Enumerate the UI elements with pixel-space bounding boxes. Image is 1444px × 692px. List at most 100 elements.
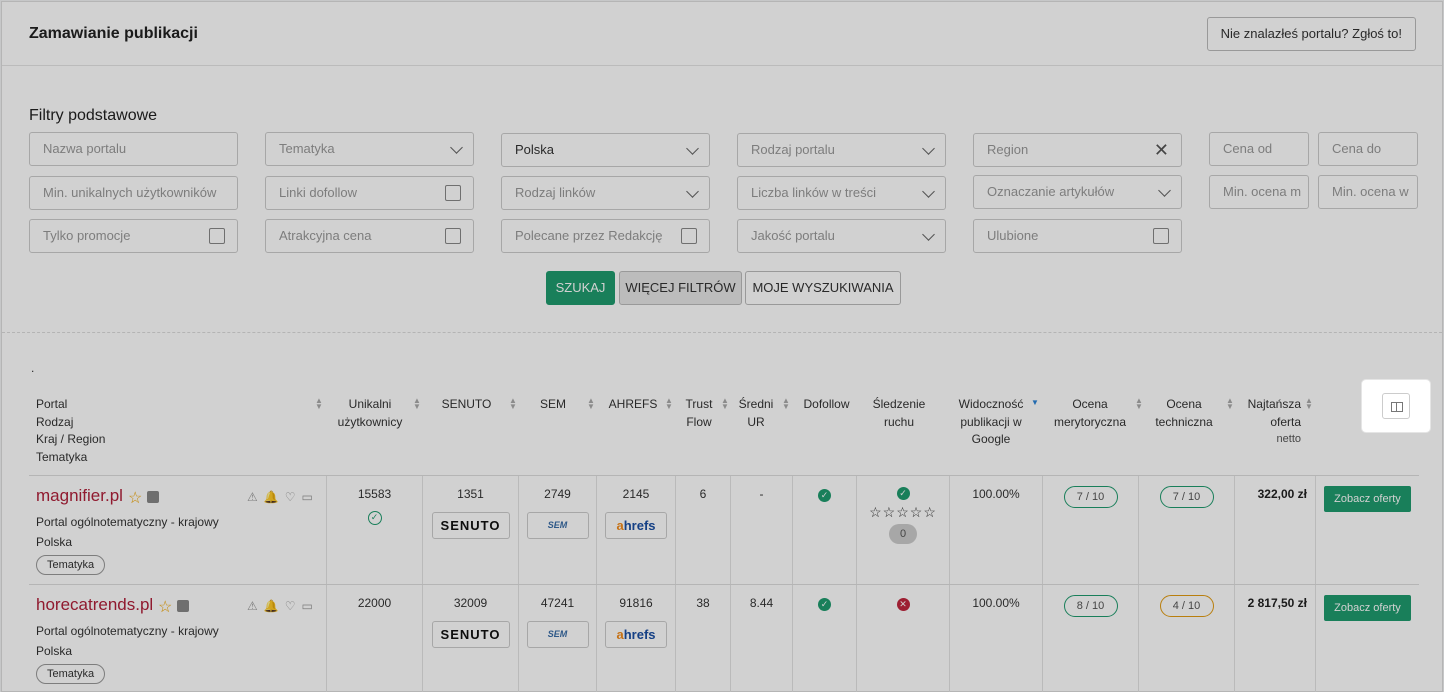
- see-offers-button[interactable]: Zobacz oferty: [1324, 595, 1411, 621]
- portal-link[interactable]: horecatrends.pl: [36, 595, 153, 615]
- see-offers-button[interactable]: Zobacz oferty: [1324, 486, 1411, 512]
- star-icon[interactable]: ☆: [158, 597, 172, 617]
- report-portal-button[interactable]: Nie znalazłeś portalu? Zgłoś to!: [1206, 17, 1416, 51]
- header-avg-ur[interactable]: Średni UR: [735, 396, 777, 431]
- checkbox[interactable]: [1153, 228, 1169, 244]
- star-icon[interactable]: ☆: [128, 488, 142, 508]
- header-trust-flow[interactable]: Trust Flow: [679, 396, 719, 431]
- price-cell: 322,00 zł: [1235, 476, 1316, 584]
- sort-icon[interactable]: ▲ ▼: [315, 397, 323, 411]
- checkbox[interactable]: [209, 228, 225, 244]
- portal-name-input[interactable]: Nazwa portalu: [29, 132, 238, 166]
- dofollow-links-label: Linki dofollow: [279, 185, 358, 200]
- more-filters-button[interactable]: WIĘCEJ FILTRÓW: [619, 271, 742, 305]
- min-rating-tech-input[interactable]: Min. ocena w: [1318, 175, 1418, 209]
- header-tracking[interactable]: Śledzenie ruchu: [867, 396, 931, 431]
- ahrefs-logo[interactable]: ahrefs: [605, 621, 667, 648]
- page: Zamawianie publikacji Nie znalazłeś port…: [1, 1, 1443, 692]
- portal-quality-select[interactable]: Jakość portalu: [737, 219, 946, 253]
- sort-icon[interactable]: ▲ ▼: [721, 397, 729, 411]
- promotions-only-label: Tylko promocje: [43, 228, 131, 243]
- header-sem[interactable]: SEM: [529, 396, 577, 414]
- article-marking-select[interactable]: Oznaczanie artykułów: [973, 175, 1182, 209]
- merit-rating-cell: 7 / 10: [1043, 476, 1139, 584]
- header-line: użytkownicy: [337, 414, 403, 429]
- sort-icon[interactable]: ▲ ▼: [782, 397, 790, 411]
- region-select[interactable]: Region ✕: [973, 133, 1182, 167]
- header-line: Średni: [738, 397, 774, 411]
- tech-rating-cell: 4 / 10: [1139, 585, 1235, 692]
- checkbox[interactable]: [445, 185, 461, 201]
- header-ahrefs[interactable]: AHREFS: [604, 396, 662, 414]
- sort-icon[interactable]: ▲ ▼: [665, 397, 673, 411]
- sort-icon[interactable]: ▲ ▼: [413, 397, 421, 411]
- favorites-label: Ulubione: [987, 228, 1039, 243]
- header-line: Flow: [686, 414, 712, 429]
- portal-type-select[interactable]: Rodzaj portalu: [737, 133, 946, 167]
- senuto-logo[interactable]: SENUTO: [431, 512, 510, 539]
- header-senuto[interactable]: SENUTO: [429, 396, 504, 414]
- header-line: Najtańsza: [1247, 397, 1301, 411]
- avg-ur-cell: 8.44: [731, 585, 793, 692]
- sort-icon[interactable]: ▲ ▼: [1135, 397, 1143, 411]
- trust-flow-cell: 6: [676, 476, 731, 584]
- price-from-input[interactable]: Cena od: [1209, 132, 1309, 166]
- offer-cell: Zobacz oferty: [1316, 476, 1419, 584]
- header-line: Google: [971, 432, 1011, 446]
- header-merit-rating[interactable]: Ocena merytoryczna: [1047, 396, 1133, 431]
- sem-logo[interactable]: SEM: [526, 621, 589, 648]
- sort-icon[interactable]: ▲ ▼: [1226, 397, 1234, 411]
- merit-rating-cell: 8 / 10: [1043, 585, 1139, 692]
- ahrefs-logo-a: a: [616, 518, 624, 533]
- sem-cell: 2749 SEM: [519, 476, 597, 584]
- external-link-icon[interactable]: [177, 600, 189, 612]
- row-actions[interactable]: ⚠🔔♡▭: [247, 490, 319, 504]
- avg-ur-value: 8.44: [749, 596, 774, 610]
- sem-value: 2749: [544, 487, 571, 501]
- rating-stars[interactable]: ☆☆☆☆☆: [869, 504, 937, 521]
- recommended-filter[interactable]: Polecane przez Redakcję: [501, 219, 710, 253]
- topic-tag[interactable]: Tematyka: [36, 555, 106, 575]
- header-portal[interactable]: Portal Rodzaj Kraj / Region Tematyka: [36, 396, 105, 466]
- favorites-filter[interactable]: Ulubione: [973, 219, 1182, 253]
- min-rating-merit-input[interactable]: Min. ocena m: [1209, 175, 1309, 209]
- close-icon[interactable]: ✕: [1154, 141, 1169, 159]
- tracking-cell: ✓ ☆☆☆☆☆ 0: [857, 476, 950, 584]
- ahrefs-logo[interactable]: ahrefs: [605, 512, 667, 539]
- topic-tag[interactable]: Tematyka: [36, 664, 106, 684]
- header-tech-rating[interactable]: Ocena techniczna: [1151, 396, 1217, 431]
- header-line: UR: [747, 414, 765, 429]
- header-best-offer[interactable]: Najtańsza oferta netto: [1237, 396, 1301, 449]
- senuto-logo[interactable]: SENUTO: [431, 621, 510, 648]
- promotions-only-filter[interactable]: Tylko promocje: [29, 219, 238, 253]
- my-searches-button[interactable]: MOJE WYSZUKIWANIA: [745, 271, 901, 305]
- price-to-input[interactable]: Cena do: [1318, 132, 1418, 166]
- sort-icon[interactable]: ▲ ▼: [1305, 397, 1313, 411]
- sem-logo[interactable]: SEM: [526, 512, 589, 539]
- dofollow-links-filter[interactable]: Linki dofollow: [265, 176, 474, 210]
- header-dofollow[interactable]: Dofollow: [799, 396, 854, 414]
- checkbox[interactable]: [681, 228, 697, 244]
- country-select[interactable]: Polska: [501, 133, 710, 167]
- link-type-select[interactable]: Rodzaj linków: [501, 176, 710, 210]
- column-settings-button[interactable]: [1362, 380, 1430, 432]
- header-visibility[interactable]: Widoczność publikacji w Google: [955, 396, 1027, 449]
- sort-desc-icon[interactable]: ▼: [1031, 399, 1039, 407]
- topic-select[interactable]: Tematyka: [265, 132, 474, 166]
- search-button[interactable]: SZUKAJ: [546, 271, 615, 305]
- dofollow-cell: ✓: [793, 476, 857, 584]
- visibility-value: 100.00%: [972, 487, 1020, 501]
- external-link-icon[interactable]: [147, 491, 159, 503]
- sort-icon[interactable]: ▲ ▼: [587, 397, 595, 411]
- attractive-price-filter[interactable]: Atrakcyjna cena: [265, 219, 474, 253]
- best-offer-price: 2 817,50 zł: [1247, 596, 1307, 610]
- row-actions[interactable]: ⚠🔔♡▭: [247, 599, 319, 613]
- header-unique-users[interactable]: Unikalni użytkownicy: [329, 396, 411, 431]
- header-line: oferta: [1270, 414, 1301, 429]
- links-in-content-select[interactable]: Liczba linków w treści: [737, 176, 946, 210]
- checkbox[interactable]: [445, 228, 461, 244]
- min-unique-users-input[interactable]: Min. unikalnych użytkowników: [29, 176, 238, 210]
- portal-link[interactable]: magnifier.pl: [36, 486, 123, 506]
- sort-icon[interactable]: ▲ ▼: [509, 397, 517, 411]
- ahrefs-logo-a: a: [616, 627, 624, 642]
